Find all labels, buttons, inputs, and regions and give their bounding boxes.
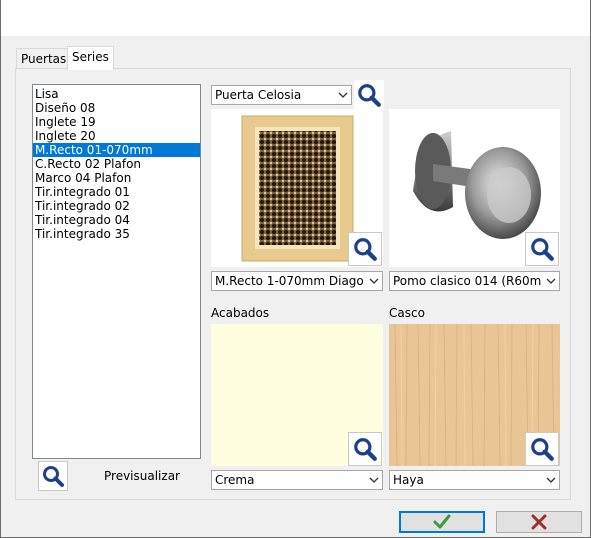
cancel-button[interactable] (496, 511, 582, 533)
finish-zoom-button[interactable] (348, 432, 382, 466)
door-zoom-button[interactable] (348, 232, 382, 266)
series-listbox[interactable]: Lisa Diseño 08 Inglete 19 Inglete 20 M.R… (32, 84, 201, 459)
magnifier-icon (43, 466, 64, 487)
title-bar (0, 0, 591, 36)
window-border-left (0, 0, 1, 538)
tab-series[interactable]: Series (67, 46, 114, 70)
handle-value: Pomo clasico 014 (R60mm) (393, 274, 541, 288)
body-select[interactable]: Haya (389, 470, 560, 490)
tab-puertas[interactable]: Puertas (16, 48, 72, 69)
chevron-down-icon (366, 471, 382, 489)
chevron-down-icon (335, 86, 351, 104)
body-label: Casco (389, 306, 425, 320)
list-item[interactable]: C.Recto 02 Plafon (33, 157, 200, 171)
body-value: Haya (393, 473, 424, 487)
finish-value: Crema (215, 473, 255, 487)
body-zoom-button[interactable] (525, 432, 559, 466)
preview-label: Previsualizar (104, 469, 180, 483)
checkmark-icon (433, 514, 451, 529)
list-item[interactable]: Tir.integrado 02 (33, 199, 200, 213)
handle-preview-image (389, 109, 560, 267)
list-item[interactable]: Tir.integrado 04 (33, 213, 200, 227)
list-item[interactable]: Tir.integrado 01 (33, 185, 200, 199)
magnifier-icon (358, 84, 381, 107)
magnifier-icon (531, 238, 554, 261)
x-icon (531, 514, 547, 530)
magnifier-icon (354, 438, 377, 461)
list-item[interactable]: Lisa (33, 87, 200, 101)
door-model-value: M.Recto 1-070mm Diagonal (215, 274, 364, 288)
list-item[interactable]: Inglete 20 (33, 129, 200, 143)
door-type-zoom-button[interactable] (354, 80, 384, 110)
list-item-selected[interactable]: M.Recto 01-070mm (33, 143, 200, 157)
ok-button[interactable] (399, 511, 485, 533)
magnifier-icon (531, 438, 554, 461)
finishes-label: Acabados (211, 306, 270, 320)
handle-select[interactable]: Pomo clasico 014 (R60mm) (389, 271, 560, 291)
list-item[interactable]: Diseño 08 (33, 101, 200, 115)
magnifier-icon (354, 238, 377, 261)
body-swatch (389, 324, 560, 466)
list-item[interactable]: Tir.integrado 35 (33, 227, 200, 241)
finish-swatch (211, 324, 383, 466)
chevron-down-icon (543, 272, 559, 290)
door-type-select[interactable]: Puerta Celosia (211, 85, 352, 105)
door-model-select[interactable]: M.Recto 1-070mm Diagonal (211, 271, 383, 291)
preview-zoom-button[interactable] (38, 461, 68, 491)
door-preview-image (211, 109, 383, 267)
list-item[interactable]: Marco 04 Plafon (33, 171, 200, 185)
list-item[interactable]: Inglete 19 (33, 115, 200, 129)
handle-zoom-button[interactable] (525, 232, 559, 266)
chevron-down-icon (366, 272, 382, 290)
finish-select[interactable]: Crema (211, 470, 383, 490)
chevron-down-icon (543, 471, 559, 489)
door-type-value: Puerta Celosia (215, 88, 302, 102)
